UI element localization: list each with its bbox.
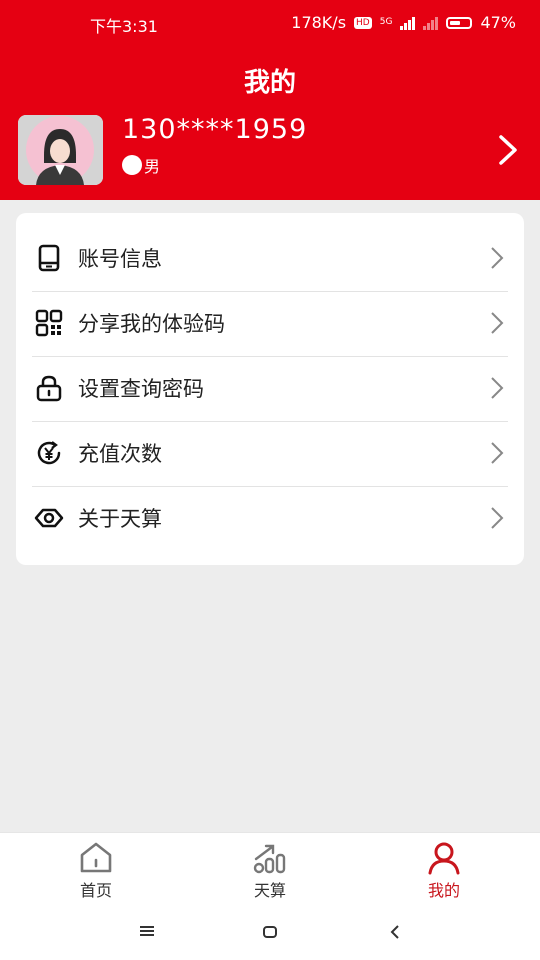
chevron-right-icon [491, 377, 504, 399]
qr-code-icon [34, 308, 64, 338]
tab-label: 首页 [79, 881, 112, 900]
menu-label: 充值次数 [78, 442, 162, 466]
gender-row: 男 [122, 153, 160, 177]
tab-tiansuan[interactable]: 天算 [210, 833, 330, 903]
gender-dot-icon [122, 155, 142, 175]
status-time: 下午3:31 [90, 17, 158, 36]
menu-icon[interactable] [138, 924, 156, 938]
chevron-right-icon [491, 507, 504, 529]
profile-header: 下午3:31 178K/s HD 5G 47% 我的 130****1959 男 [0, 0, 540, 200]
menu-card: 账号信息 分享我的体验码 设置查询密码 充值次数 关于天算 [16, 213, 524, 565]
battery-level: 47% [480, 13, 516, 32]
status-bar: 下午3:31 178K/s HD 5G 47% [0, 0, 540, 46]
menu-item-account-info[interactable]: 账号信息 [32, 226, 508, 290]
menu-label: 关于天算 [78, 507, 162, 531]
home-icon [80, 842, 112, 873]
tab-home[interactable]: 首页 [36, 833, 156, 903]
menu-item-query-password[interactable]: 设置查询密码 [32, 356, 508, 420]
home-button-icon[interactable] [261, 924, 279, 940]
avatar[interactable] [18, 115, 103, 185]
system-navigation-bar [0, 902, 540, 960]
menu-item-about[interactable]: 关于天算 [32, 486, 508, 550]
chevron-right-icon [491, 247, 504, 269]
chevron-right-icon [491, 442, 504, 464]
menu-item-recharge[interactable]: 充值次数 [32, 421, 508, 485]
chevron-right-icon[interactable] [494, 134, 522, 166]
hd-badge: HD [354, 16, 372, 29]
menu-label: 设置查询密码 [78, 377, 204, 401]
signal-weak-icon [423, 16, 439, 30]
chevron-right-icon [491, 312, 504, 334]
chart-icon [253, 844, 286, 874]
status-indicators: 178K/s HD 5G 47% [291, 13, 516, 32]
network-speed: 178K/s [291, 13, 347, 32]
menu-label: 分享我的体验码 [78, 312, 225, 336]
avatar-image [18, 115, 103, 185]
eye-icon [34, 503, 64, 533]
tab-mine[interactable]: 我的 [384, 833, 504, 903]
tab-label: 我的 [427, 881, 460, 900]
gender-label: 男 [144, 157, 161, 176]
menu-item-share-code[interactable]: 分享我的体验码 [32, 291, 508, 355]
network-type: 5G [379, 17, 393, 27]
bottom-tab-bar: 首页 天算 我的 [0, 832, 540, 903]
phone-number: 130****1959 [122, 114, 308, 145]
battery-icon [446, 16, 473, 29]
menu-label: 账号信息 [78, 247, 162, 271]
page-title: 我的 [243, 68, 296, 98]
signal-icon [400, 16, 416, 30]
back-icon[interactable] [388, 924, 402, 940]
screen: 下午3:31 178K/s HD 5G 47% 我的 130****1959 男… [0, 0, 540, 960]
lock-icon [34, 373, 64, 403]
tablet-icon [34, 243, 64, 273]
user-icon [428, 842, 460, 875]
tab-label: 天算 [253, 881, 286, 900]
yen-refresh-icon [34, 438, 64, 468]
